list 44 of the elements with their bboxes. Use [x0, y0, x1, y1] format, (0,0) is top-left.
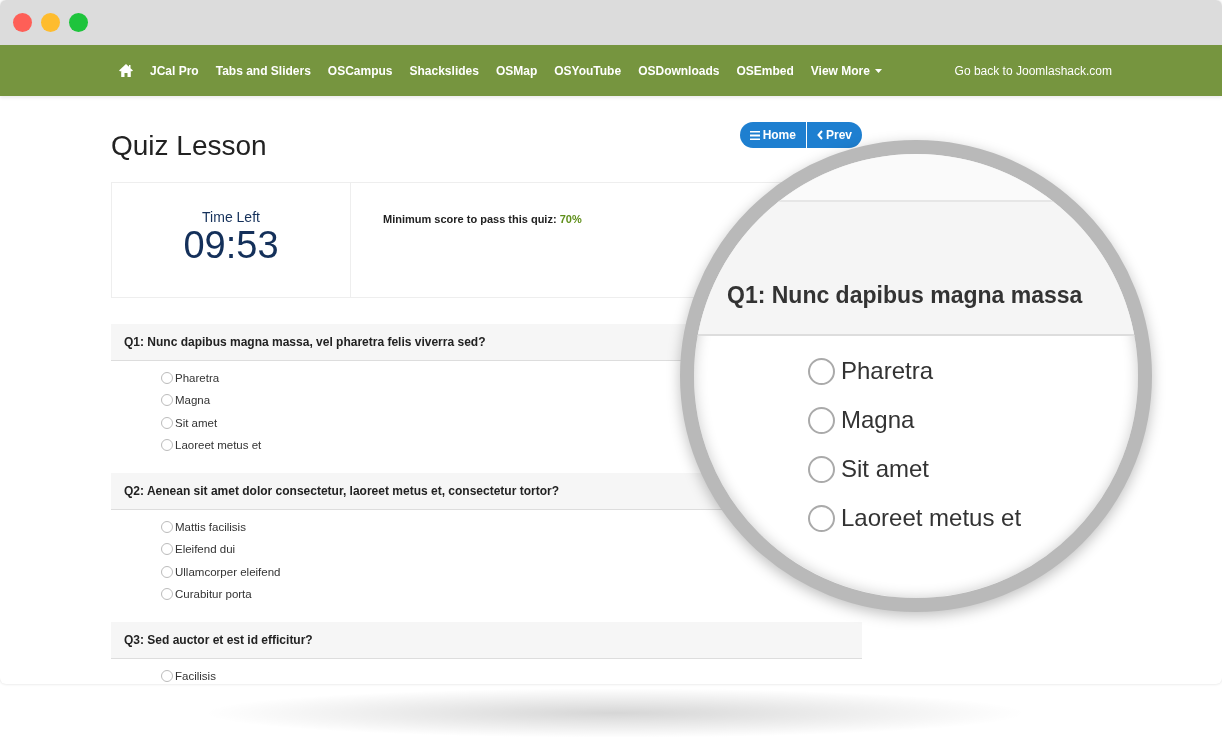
option-label: Sit amet [175, 416, 218, 429]
radio-button[interactable] [161, 416, 173, 429]
nav-dropdown[interactable]: View More [810, 63, 882, 78]
radio-button[interactable] [161, 371, 173, 384]
page-title: Quiz Lesson [111, 130, 267, 162]
min-score-text: Minimum score to pass this quiz: 70% [383, 213, 582, 225]
nav-link[interactable]: JCal Pro [150, 63, 199, 78]
radio-button[interactable] [161, 588, 173, 601]
menu-icon [749, 130, 760, 140]
radio-button[interactable] [161, 394, 173, 407]
timer-label: Time Left [202, 209, 260, 225]
radio-button[interactable] [161, 565, 173, 578]
option-label: Magna [841, 406, 915, 434]
nav-link[interactable]: Shackslides [409, 63, 479, 78]
radio-button[interactable] [161, 669, 173, 682]
prev-button[interactable]: Prev [806, 122, 862, 148]
maximize-button[interactable] [69, 13, 88, 32]
timer-value: 09:53 [183, 225, 279, 265]
nav-link[interactable]: OSDownloads [638, 63, 720, 78]
option-label: Pharetra [175, 371, 220, 384]
question-header: Q1: Nunc dapibus magna massa [727, 282, 1083, 308]
nav-link[interactable]: OSEmbed [736, 63, 794, 78]
question-header: Q3: Sed auctor et est id efficitur? [111, 622, 862, 659]
option-label: Eleifend dui [175, 543, 236, 556]
home-button[interactable]: Home [739, 122, 807, 148]
close-button[interactable] [13, 13, 32, 32]
caret-icon [874, 68, 882, 73]
option-label: Curabitur porta [175, 588, 252, 601]
radio-button[interactable] [161, 520, 173, 533]
option-label: Mattis facilisis [175, 520, 246, 533]
chevron-left-icon [816, 130, 823, 140]
minimize-button[interactable] [41, 13, 60, 32]
nav-link[interactable]: Tabs and Sliders [215, 63, 311, 78]
option-label: Laoreet metus et [175, 439, 262, 452]
nav-link[interactable]: OSYouTube [554, 63, 622, 78]
nav-link[interactable]: OSCampus [327, 63, 393, 78]
option-label: Ullamcorper eleifend [175, 565, 281, 578]
nav-link[interactable]: OSMap [495, 63, 538, 78]
radio-button[interactable] [161, 543, 173, 556]
nav-link[interactable]: Go back to Joomlashack.com [954, 63, 1112, 78]
home-icon[interactable] [119, 64, 133, 77]
option-label: Facilisis [175, 669, 216, 682]
option-label: Magna [175, 394, 211, 407]
radio-button[interactable] [161, 439, 173, 452]
